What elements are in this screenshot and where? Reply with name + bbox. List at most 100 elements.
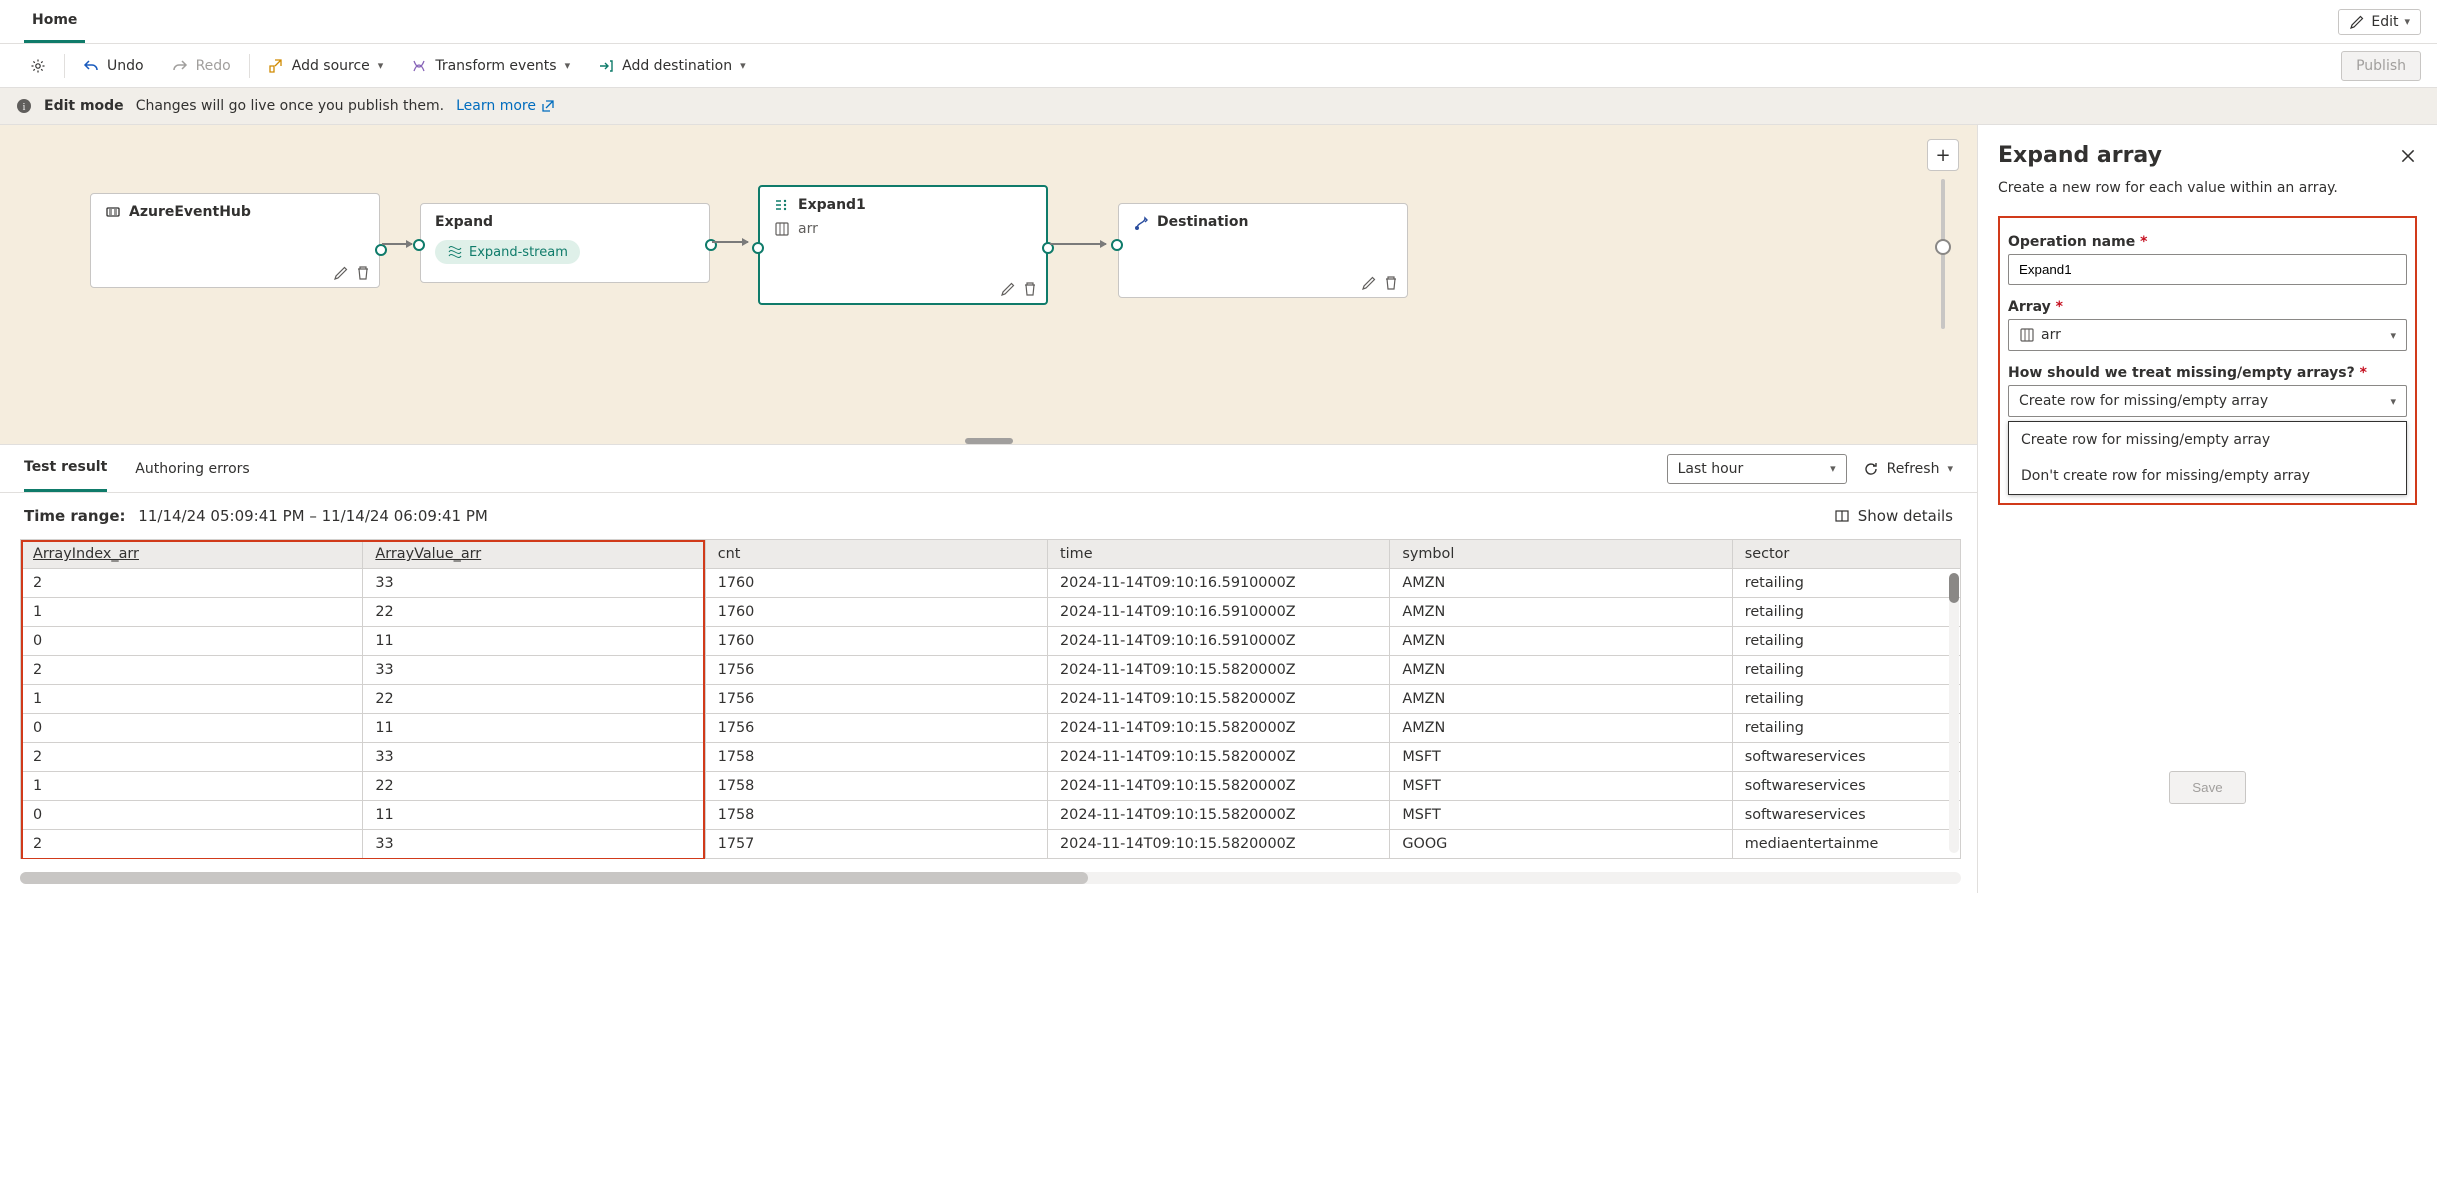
- expand-stream-chip[interactable]: Expand-stream: [435, 240, 580, 264]
- trash-icon[interactable]: [355, 265, 371, 281]
- refresh-label: Refresh: [1887, 461, 1940, 477]
- undo-icon: [83, 58, 99, 74]
- pencil-icon: [2349, 14, 2365, 30]
- op-name-input[interactable]: [2008, 254, 2407, 285]
- table-cell: 2: [21, 830, 363, 859]
- table-cell: 2024-11-14T09:10:15.5820000Z: [1048, 801, 1390, 830]
- undo-label: Undo: [107, 58, 144, 74]
- table-cell: 1756: [705, 685, 1047, 714]
- node-in-port[interactable]: [413, 239, 425, 251]
- tab-test-result[interactable]: Test result: [24, 445, 107, 492]
- results-table: ArrayIndex_arr ArrayValue_arr cnt time s…: [20, 539, 1961, 859]
- column-icon: [2019, 327, 2035, 343]
- refresh-button[interactable]: Refresh ▾: [1863, 461, 1953, 477]
- table-cell: 0: [21, 714, 363, 743]
- learn-more-link[interactable]: Learn more: [456, 98, 556, 114]
- table-cell: 1756: [705, 714, 1047, 743]
- table-row[interactable]: 23317572024-11-14T09:10:15.5820000ZGOOGm…: [21, 830, 1961, 859]
- table-cell: 1: [21, 598, 363, 627]
- table-cell: 11: [363, 627, 705, 656]
- settings-gear[interactable]: [16, 44, 60, 87]
- eventhub-icon: [105, 204, 121, 220]
- table-row[interactable]: 23317582024-11-14T09:10:15.5820000ZMSFTs…: [21, 743, 1961, 772]
- table-header-row: ArrayIndex_arr ArrayValue_arr cnt time s…: [21, 540, 1961, 569]
- time-window-select[interactable]: Last hour ▾: [1667, 454, 1847, 484]
- canvas-resize-handle[interactable]: [965, 438, 1013, 444]
- empty-array-option-create[interactable]: Create row for missing/empty array: [2009, 422, 2406, 458]
- table-cell: retailing: [1732, 656, 1960, 685]
- node-expand-title: Expand: [435, 214, 493, 230]
- col-arrayvalue[interactable]: ArrayValue_arr: [363, 540, 705, 569]
- node-in-port[interactable]: [1111, 239, 1123, 251]
- tab-home[interactable]: Home: [24, 0, 85, 43]
- table-cell: 22: [363, 598, 705, 627]
- array-select[interactable]: arr ▾: [2008, 319, 2407, 351]
- table-h-scroll-thumb[interactable]: [20, 872, 1088, 884]
- table-cell: MSFT: [1390, 743, 1732, 772]
- node-out-port[interactable]: [375, 244, 387, 256]
- table-cell: 33: [363, 830, 705, 859]
- publish-label: Publish: [2356, 58, 2406, 74]
- main-split: AzureEventHub Expand: [0, 125, 2437, 893]
- trash-icon[interactable]: [1383, 275, 1399, 291]
- table-cell: AMZN: [1390, 627, 1732, 656]
- table-cell: 1760: [705, 569, 1047, 598]
- table-v-scroll-thumb[interactable]: [1949, 573, 1959, 603]
- table-row[interactable]: 01117562024-11-14T09:10:15.5820000ZAMZNr…: [21, 714, 1961, 743]
- transform-events-button[interactable]: Transform events ▾: [397, 44, 584, 87]
- edit-button[interactable]: Edit ▾: [2338, 9, 2421, 35]
- col-time[interactable]: time: [1048, 540, 1390, 569]
- table-cell: 1: [21, 772, 363, 801]
- col-symbol[interactable]: symbol: [1390, 540, 1732, 569]
- zoom-slider-thumb[interactable]: [1935, 239, 1951, 255]
- node-in-port[interactable]: [752, 242, 764, 254]
- app-topbar: Home Edit ▾: [0, 0, 2437, 44]
- add-destination-button[interactable]: Add destination ▾: [584, 44, 760, 87]
- side-panel-fields-box: Operation name Array arr ▾ How should we…: [1998, 216, 2417, 505]
- table-row[interactable]: 01117602024-11-14T09:10:16.5910000ZAMZNr…: [21, 627, 1961, 656]
- table-cell: 1760: [705, 598, 1047, 627]
- zoom-in-button[interactable]: +: [1927, 139, 1959, 171]
- table-row[interactable]: 12217602024-11-14T09:10:16.5910000ZAMZNr…: [21, 598, 1961, 627]
- publish-button: Publish: [2341, 51, 2421, 81]
- table-row[interactable]: 01117582024-11-14T09:10:15.5820000ZMSFTs…: [21, 801, 1961, 830]
- add-source-label: Add source: [292, 58, 370, 74]
- table-cell: 2024-11-14T09:10:15.5820000Z: [1048, 685, 1390, 714]
- node-source[interactable]: AzureEventHub: [90, 193, 380, 288]
- pencil-icon[interactable]: [1000, 281, 1016, 297]
- node-destination[interactable]: Destination: [1118, 203, 1408, 298]
- trash-icon[interactable]: [1022, 281, 1038, 297]
- add-source-button[interactable]: Add source ▾: [254, 44, 398, 87]
- zoom-slider[interactable]: [1941, 179, 1945, 329]
- empty-array-option-dont[interactable]: Don't create row for missing/empty array: [2009, 458, 2406, 494]
- table-cell: retailing: [1732, 714, 1960, 743]
- tab-home-label: Home: [32, 12, 77, 28]
- side-panel-desc: Create a new row for each value within a…: [1998, 180, 2417, 196]
- col-arrayindex[interactable]: ArrayIndex_arr: [21, 540, 363, 569]
- table-v-scrollbar[interactable]: [1949, 573, 1959, 853]
- empty-arrays-select[interactable]: Create row for missing/empty array ▾: [2008, 385, 2407, 417]
- col-sector[interactable]: sector: [1732, 540, 1960, 569]
- edge: [1050, 243, 1106, 245]
- flow-canvas[interactable]: AzureEventHub Expand: [0, 125, 1977, 444]
- table-row[interactable]: 12217562024-11-14T09:10:15.5820000ZAMZNr…: [21, 685, 1961, 714]
- table-row[interactable]: 23317562024-11-14T09:10:15.5820000ZAMZNr…: [21, 656, 1961, 685]
- col-cnt[interactable]: cnt: [705, 540, 1047, 569]
- table-h-scrollbar[interactable]: [20, 871, 1961, 885]
- node-expand-group[interactable]: Expand Expand-stream: [420, 203, 710, 283]
- pencil-icon[interactable]: [1361, 275, 1377, 291]
- table-cell: GOOG: [1390, 830, 1732, 859]
- table-row[interactable]: 12217582024-11-14T09:10:15.5820000ZMSFTs…: [21, 772, 1961, 801]
- edit-button-label: Edit: [2371, 14, 2398, 30]
- table-row[interactable]: 23317602024-11-14T09:10:16.5910000ZAMZNr…: [21, 569, 1961, 598]
- command-bar: Undo Redo Add source ▾ Transform events …: [0, 44, 2437, 88]
- close-icon[interactable]: [2399, 147, 2417, 165]
- node-expand1[interactable]: Expand1 arr: [758, 185, 1048, 305]
- undo-button[interactable]: Undo: [69, 44, 158, 87]
- tab-authoring-errors[interactable]: Authoring errors: [135, 445, 249, 492]
- pencil-icon[interactable]: [333, 265, 349, 281]
- show-details-toggle[interactable]: Show details: [1834, 507, 1953, 525]
- edge: [382, 243, 412, 245]
- table-cell: 2024-11-14T09:10:15.5820000Z: [1048, 772, 1390, 801]
- edit-mode-banner: i Edit mode Changes will go live once yo…: [0, 88, 2437, 125]
